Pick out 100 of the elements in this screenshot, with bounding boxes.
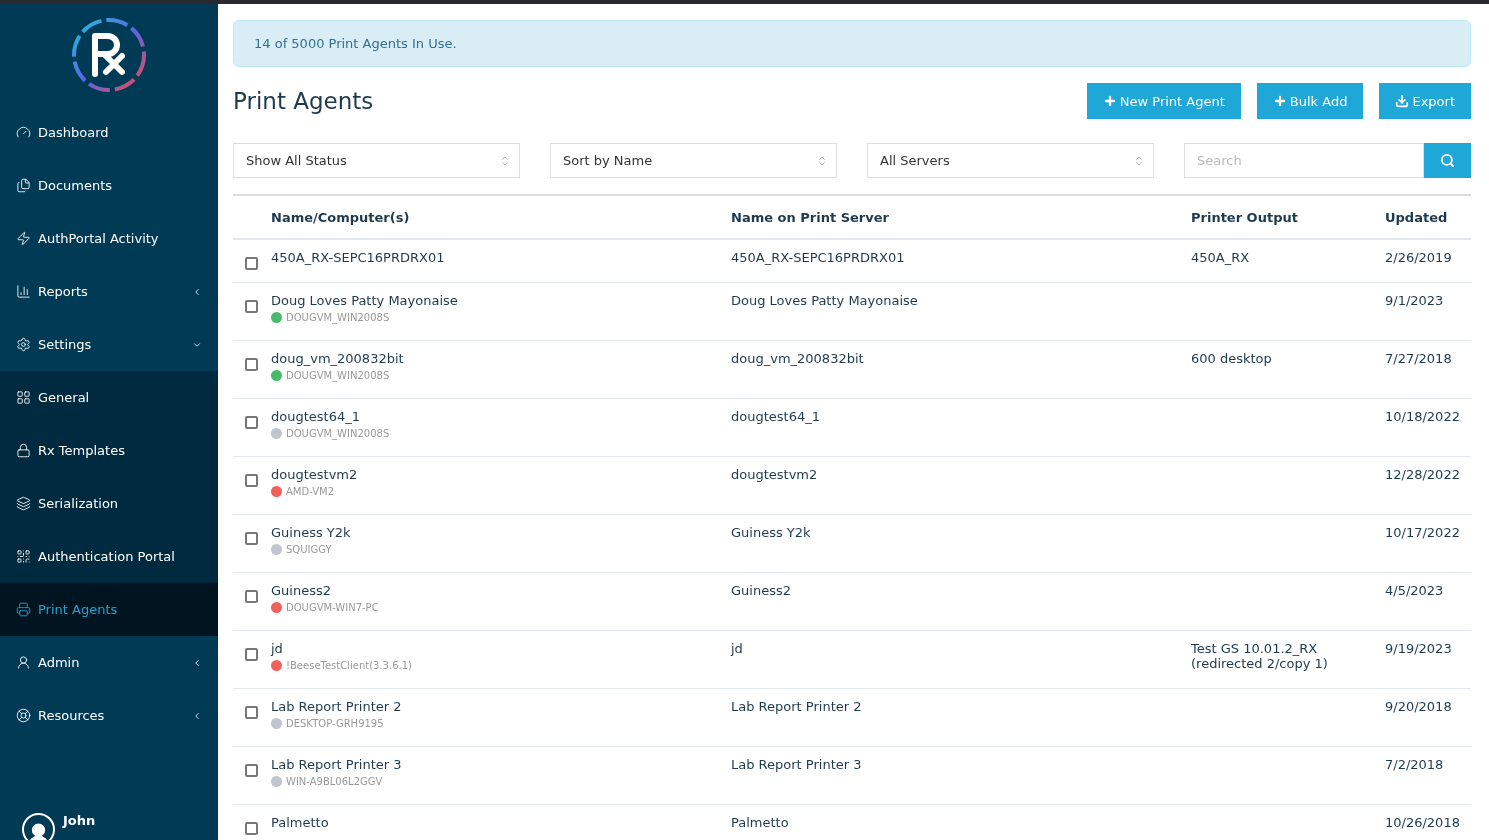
download-icon xyxy=(1395,94,1410,108)
agent-name: dougtestvm2 xyxy=(271,468,359,483)
server-name: Palmetto xyxy=(731,816,790,832)
agent-name: Lab Report Printer 2 xyxy=(271,700,403,715)
server-name: doug_vm_200832bit xyxy=(731,352,865,368)
nav-item[interactable]: Reports xyxy=(0,265,218,318)
nav-icon xyxy=(16,178,31,193)
user-name: John xyxy=(63,813,96,828)
computer-name: DOUGVM_WIN2008S xyxy=(286,427,390,439)
computer-name: DOUGVM-WIN7-PC xyxy=(286,601,379,613)
nav-icon xyxy=(16,708,31,723)
agent-name: doug_vm_200832bit xyxy=(271,352,405,367)
computer-name: !BeeseTestClient(3.3.6.1) xyxy=(286,659,412,671)
server-name: 450A_RX-SEPC16PRDRX01 xyxy=(731,251,906,267)
server-name: jd xyxy=(731,642,744,658)
nav-item[interactable]: Dashboard xyxy=(0,106,218,159)
nav-item[interactable]: Resources xyxy=(0,689,218,742)
row-checkbox[interactable] xyxy=(245,416,258,429)
nav-item[interactable]: Admin xyxy=(0,636,218,689)
server-name: Guiness2 xyxy=(731,584,792,600)
agent-name: Doug Loves Patty Mayonaise xyxy=(271,294,459,309)
row-checkbox[interactable] xyxy=(245,300,258,313)
computer-name: DESKTOP-GRH9195 xyxy=(286,717,384,729)
printer-output: Test GS 10.01.2_RX (redirected 2/copy 1) xyxy=(1191,642,1329,673)
server-name: Doug Loves Patty Mayonaise xyxy=(731,294,919,310)
agent-name: dougtest64_1 xyxy=(271,410,361,425)
column-header: Name on Print Server xyxy=(731,210,890,225)
chevron-icon xyxy=(192,657,202,668)
computer-name: DOUGVM_WIN2008S xyxy=(286,369,390,381)
row-checkbox[interactable] xyxy=(245,590,258,603)
nav-item[interactable]: General xyxy=(0,371,218,424)
logo-icon xyxy=(70,16,148,94)
sort-caret-icon xyxy=(816,154,828,167)
nav-icon xyxy=(16,390,31,405)
sort-caret-icon xyxy=(1133,154,1145,167)
printer-output: 450A_RX xyxy=(1191,251,1251,267)
row-checkbox[interactable] xyxy=(245,648,258,661)
plus-icon xyxy=(1272,94,1287,108)
nav-icon xyxy=(16,284,31,299)
nav-icon xyxy=(16,125,31,140)
updated-date: 9/19/2023 xyxy=(1385,642,1453,658)
search-icon xyxy=(1440,153,1455,168)
printer-output: 600 desktop xyxy=(1191,352,1273,368)
updated-date: 9/20/2018 xyxy=(1385,700,1453,716)
nav-item[interactable]: Settings xyxy=(0,318,218,371)
agent-name: Lab Report Printer 3 xyxy=(271,758,403,773)
avatar-icon xyxy=(22,813,55,840)
server-name: Lab Report Printer 3 xyxy=(731,758,863,774)
agent-name: 450A_RX-SEPC16PRDRX01 xyxy=(271,251,446,266)
row-checkbox[interactable] xyxy=(245,532,258,545)
row-checkbox[interactable] xyxy=(245,474,258,487)
row-checkbox[interactable] xyxy=(245,822,258,835)
nav-item[interactable]: Print Agents xyxy=(0,583,218,636)
nav-icon xyxy=(16,549,31,564)
filter-select[interactable]: Sort by Name xyxy=(550,143,837,178)
updated-date: 4/5/2023 xyxy=(1385,584,1445,600)
agent-name: Palmetto xyxy=(271,816,330,831)
updated-date: 10/18/2022 xyxy=(1385,410,1461,426)
usage-alert: 14 of 5000 Print Agents In Use. xyxy=(233,20,1471,67)
nav-item[interactable]: Documents xyxy=(0,159,218,212)
updated-date: 10/26/2018 xyxy=(1385,816,1461,832)
computer-name: DOUGVM_WIN2008S xyxy=(286,311,390,323)
server-name: dougtest64_1 xyxy=(731,410,821,426)
nav-icon xyxy=(16,443,31,458)
column-header: Updated xyxy=(1385,210,1449,225)
updated-date: 10/17/2022 xyxy=(1385,526,1461,542)
chevron-icon xyxy=(192,286,202,297)
page-title: Print Agents xyxy=(233,88,375,114)
nav-item[interactable]: Authentication Portal xyxy=(0,530,218,583)
updated-date: 2/26/2019 xyxy=(1385,251,1453,267)
server-name: Lab Report Printer 2 xyxy=(731,700,863,716)
server-name: dougtestvm2 xyxy=(731,468,819,484)
computer-name: AMD-VM2 xyxy=(286,485,335,497)
filter-select[interactable]: All Servers xyxy=(867,143,1154,178)
chevron-icon xyxy=(192,710,202,721)
row-checkbox[interactable] xyxy=(245,706,258,719)
sort-caret-icon xyxy=(499,154,511,167)
filter-select[interactable]: Show All Status xyxy=(233,143,520,178)
nav-icon xyxy=(16,337,31,352)
nav-item[interactable]: AuthPortal Activity xyxy=(0,212,218,265)
computer-name: WIN-A9BL06L2GGV xyxy=(286,775,383,787)
agent-name: Guiness Y2k xyxy=(271,526,352,541)
nav-item[interactable]: Rx Templates xyxy=(0,424,218,477)
updated-date: 12/28/2022 xyxy=(1385,468,1461,484)
search-button[interactable] xyxy=(1424,143,1471,178)
nav-item[interactable]: Serialization xyxy=(0,477,218,530)
nav-icon xyxy=(16,655,31,670)
server-name: Guiness Y2k xyxy=(731,526,812,542)
computer-name: SQUIGGY xyxy=(286,543,332,555)
search-field[interactable]: Search xyxy=(1184,143,1424,178)
nav-icon xyxy=(16,231,31,246)
updated-date: 7/2/2018 xyxy=(1385,758,1445,774)
nav-icon xyxy=(16,496,31,511)
row-checkbox[interactable] xyxy=(245,358,258,371)
row-checkbox[interactable] xyxy=(245,764,258,777)
column-header: Name/Computer(s) xyxy=(271,210,411,225)
plus-icon xyxy=(1102,94,1117,108)
nav-icon xyxy=(16,602,31,617)
row-checkbox[interactable] xyxy=(245,257,258,270)
column-header: Printer Output xyxy=(1191,210,1299,225)
